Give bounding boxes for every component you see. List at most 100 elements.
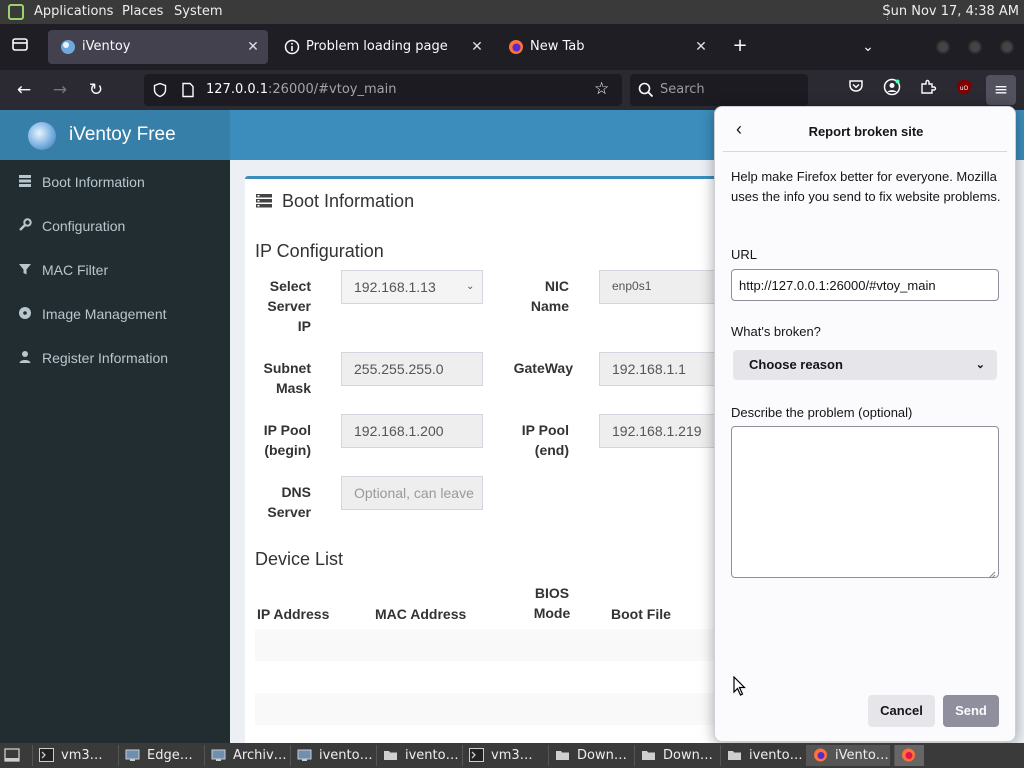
maximize-window-icon[interactable] [968,40,982,54]
folder-icon [383,748,398,762]
taskbar-item-screenshot[interactable]: Edge… [118,745,202,766]
gateway-field[interactable]: 192.168.1.1 [599,352,719,386]
pocket-icon[interactable] [844,78,868,102]
tab-label: iVentoy [82,39,131,54]
brand-bar[interactable]: iVentoy Free [0,110,230,160]
url-label: URL [731,247,758,262]
info-icon [284,39,300,55]
forward-arrow-icon[interactable]: → [48,78,72,102]
server-ip-select[interactable]: 192.168.1.13 ⌄ [341,270,483,304]
search-bar[interactable]: Search [630,74,808,106]
sidebar-item-image-management[interactable]: Image Management [0,292,230,336]
shield-icon[interactable] [152,82,168,98]
taskbar-item-screenshot[interactable]: Archiv… [204,745,288,766]
extensions-puzzle-icon[interactable] [916,78,940,102]
taskbar-item-terminal[interactable]: vm3… [462,745,546,766]
taskbar-item-screenshot[interactable]: ivento… [290,745,374,766]
application-menu-icon[interactable]: ≡ [986,75,1016,105]
minimize-window-icon[interactable] [936,40,950,54]
ip-pool-end-field[interactable]: 192.168.1.219 [599,414,719,448]
taskbar-item-terminal[interactable]: vm3… [32,745,116,766]
tab-new-tab[interactable]: New Tab ✕ [496,30,716,64]
tab-strip: iVentoy ✕ Problem loading page ✕ New Tab… [0,24,1024,70]
server-icon [18,174,32,188]
mouse-cursor-icon [733,675,747,696]
sidebar-item-mac-filter[interactable]: MAC Filter [0,248,230,292]
column-bios-mode[interactable]: BIOS Mode [527,583,577,623]
taskbar-item-folder[interactable]: ivento… [376,745,460,766]
ip-pool-begin-field[interactable]: 192.168.1.200 [341,414,483,448]
panel-intro-text: Help make Firefox better for everyone. M… [731,169,1001,204]
server-icon [256,194,272,208]
send-button[interactable]: Send [943,695,999,727]
subnet-mask-field[interactable]: 255.255.255.0 [341,352,483,386]
svg-text:uO: uO [960,85,969,92]
reload-icon[interactable]: ↻ [84,78,108,102]
applications-menu[interactable]: Applications [34,4,113,19]
column-boot-file[interactable]: Boot File [611,604,691,624]
tab-iventoy[interactable]: iVentoy ✕ [48,30,268,64]
terminal-icon [39,748,54,762]
folder-icon [641,748,656,762]
firefox-icon [813,748,828,762]
list-tabs-chevron-down-icon[interactable]: ⌄ [856,36,880,60]
disc-icon [18,306,32,320]
chevron-down-icon: ⌄ [975,359,985,371]
tab-overview-icon[interactable] [8,36,32,60]
sidebar-item-configuration[interactable]: Configuration [0,204,230,248]
describe-problem-textarea[interactable] [731,426,999,579]
cancel-button[interactable]: Cancel [868,695,935,727]
server-ip-label: Select Server IP [267,278,311,334]
column-mac-address[interactable]: MAC Address [375,604,475,624]
new-tab-button[interactable]: + [728,34,752,58]
device-list-heading: Device List [255,549,344,569]
chevron-down-icon: ⌄ [466,281,475,292]
taskbar-item-firefox[interactable]: iVento… [806,745,890,766]
ip-pool-begin-label: IP Pool (begin) [263,422,311,458]
bookmark-star-icon[interactable]: ☆ [594,80,612,98]
resize-handle-icon[interactable] [988,567,996,579]
subnet-mask-label: Subnet Mask [263,360,311,396]
url-text: 127.0.0.1:26000/#vtoy_main [206,82,397,97]
places-menu[interactable]: Places [122,4,163,19]
nic-name-label: NIC Name [530,278,569,314]
search-icon [638,82,654,98]
sidebar-item-register-information[interactable]: Register Information [0,336,230,380]
system-menu[interactable]: System [174,4,222,19]
show-desktop-icon[interactable] [4,748,20,762]
screenshot-icon [125,748,140,762]
terminal-icon [469,748,484,762]
nic-name-field[interactable]: enp0s1 [599,270,719,304]
clock[interactable]: Sun Nov 17, 4:38 AM [882,4,1019,19]
dns-server-label: DNS Server [267,484,311,520]
folder-icon [727,748,742,762]
screenshot-icon [297,748,312,762]
folder-icon [555,748,570,762]
account-icon[interactable] [880,78,904,102]
distro-logo-icon[interactable] [8,4,24,20]
system-panel: Applications Places System Sun Nov 17, 4… [0,0,1024,24]
close-tab-icon[interactable]: ✕ [468,38,486,56]
dns-server-field[interactable]: Optional, can leave [341,476,483,510]
url-field[interactable]: http://127.0.0.1:26000/#vtoy_main [731,269,999,301]
page-info-icon[interactable] [180,82,196,98]
brand-title: iVentoy Free [69,124,176,145]
taskbar-item-folder[interactable]: Down… [548,745,632,766]
reason-select[interactable]: Choose reason ⌄ [733,350,997,380]
panel-divider [723,151,1007,152]
close-window-icon[interactable] [1000,40,1014,54]
address-bar[interactable]: 127.0.0.1:26000/#vtoy_main ☆ [144,74,622,106]
whats-broken-label: What's broken? [731,324,821,339]
close-tab-icon[interactable]: ✕ [244,38,262,56]
column-ip-address[interactable]: IP Address [257,604,337,624]
close-tab-icon[interactable]: ✕ [692,38,710,56]
navigation-toolbar: ← → ↻ 127.0.0.1:26000/#vtoy_main ☆ Searc… [0,70,1024,110]
ublock-origin-icon[interactable]: uO [952,78,976,102]
taskbar-item-folder[interactable]: Down… [634,745,718,766]
taskbar-item-folder[interactable]: ivento… [720,745,804,766]
sidebar-item-boot-information[interactable]: Boot Information [0,160,230,204]
taskbar-item-firefox-notify[interactable] [894,745,924,766]
tab-problem-loading[interactable]: Problem loading page ✕ [272,30,492,64]
ip-configuration-heading: IP Configuration [255,241,384,261]
back-arrow-icon[interactable]: ← [12,78,36,102]
